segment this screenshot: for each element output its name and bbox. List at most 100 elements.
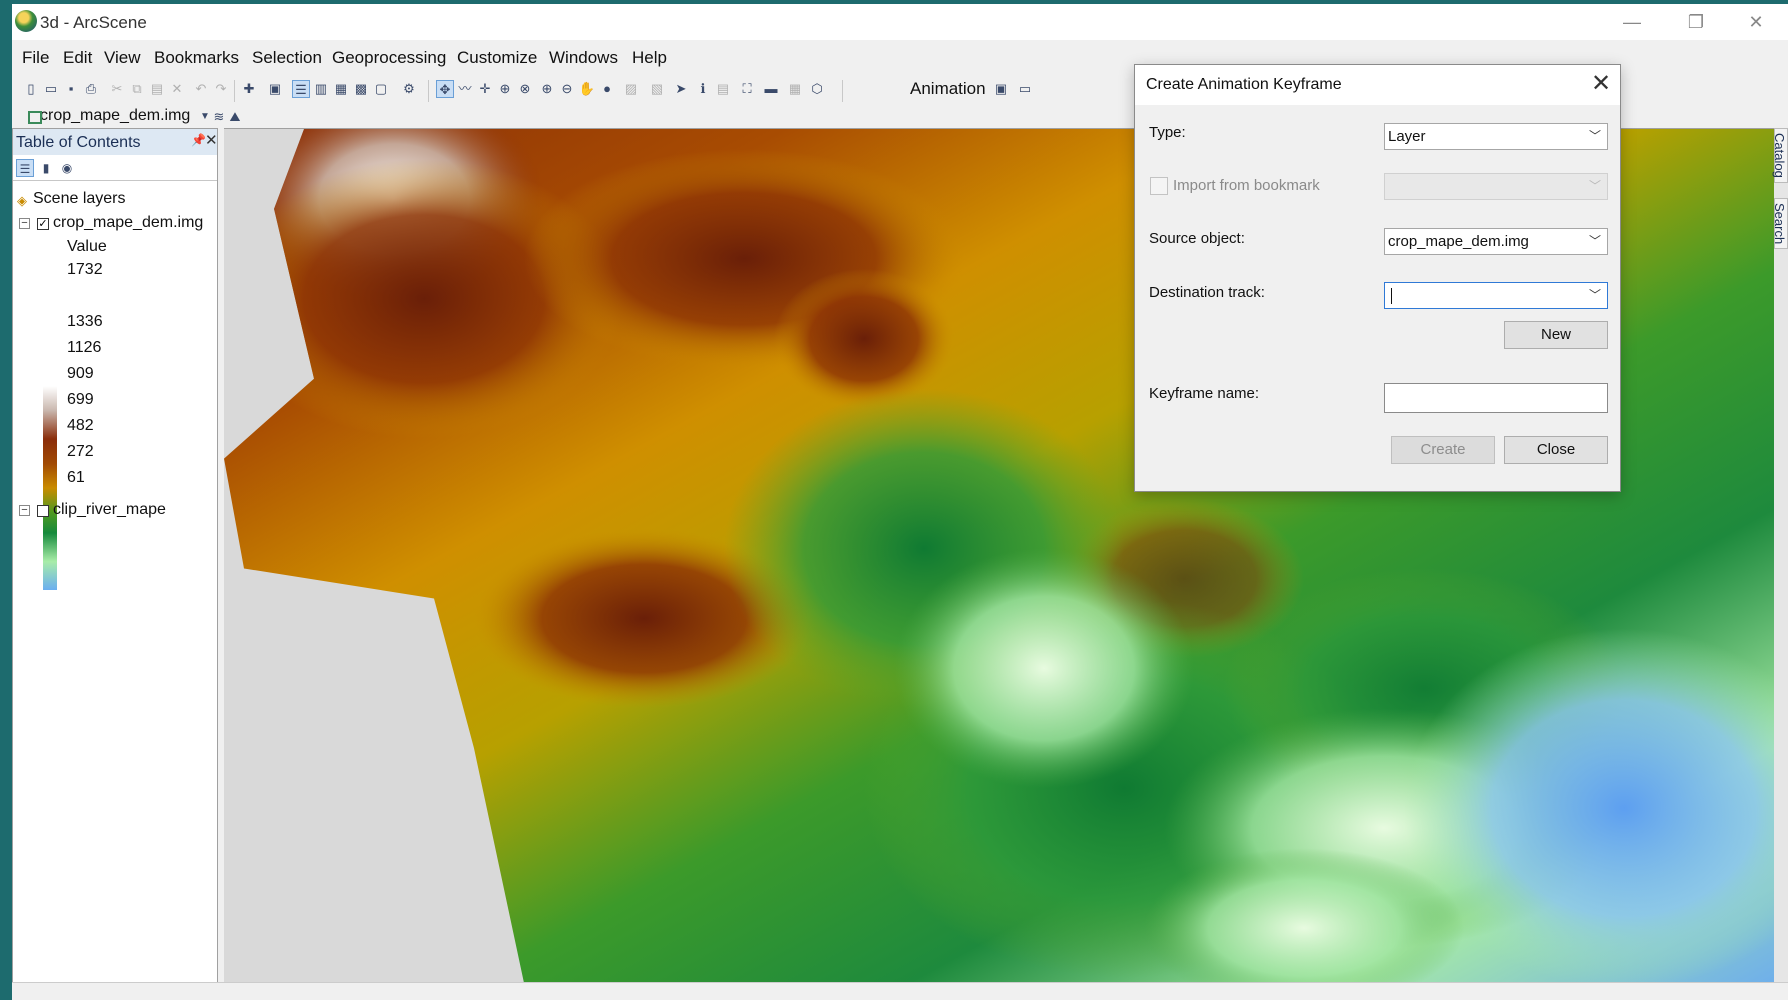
menu-customize[interactable]: Customize [457, 48, 537, 68]
new-document-icon[interactable]: ▯ [22, 80, 40, 98]
layer-visibility-checkbox-dem[interactable]: ✓ [37, 218, 49, 230]
toolbar-separator [428, 80, 429, 102]
find-binoculars-icon[interactable]: ⛶ [738, 80, 756, 98]
restore-button[interactable]: ❐ [1664, 4, 1728, 40]
menu-edit[interactable]: Edit [63, 48, 92, 68]
dialog-close-icon[interactable]: ✕ [1586, 69, 1616, 99]
scene-layers-icon: ◈ [17, 193, 27, 208]
save-icon[interactable]: ▪ [62, 80, 80, 98]
toolbar-separator [234, 80, 235, 102]
delete-icon[interactable]: ✕ [168, 80, 186, 98]
center-target-icon[interactable]: ✛ [476, 80, 494, 98]
source-object-select[interactable]: crop_mape_dem.img ﹀ [1384, 228, 1608, 255]
destination-track-select[interactable]: ﹀ [1384, 282, 1608, 309]
legend-value: 1126 [67, 339, 102, 356]
zoom-out-icon[interactable]: ⊖ [558, 80, 576, 98]
model-builder-icon[interactable]: ⚙ [400, 80, 418, 98]
profile-graph-icon[interactable]: ⛰ [226, 108, 244, 126]
import-bookmark-checkbox[interactable] [1150, 177, 1168, 195]
animation-capture-icon[interactable]: ▣ [992, 80, 1010, 98]
zoom-to-target-icon[interactable]: ⊕ [496, 80, 514, 98]
fly-tool-icon[interactable]: 〰 [456, 80, 474, 98]
navigate-tool-icon[interactable]: ✥ [436, 80, 454, 98]
menu-help[interactable]: Help [632, 48, 667, 68]
undo-icon[interactable]: ↶ [192, 80, 210, 98]
identify-icon[interactable]: ℹ [694, 80, 712, 98]
text-caret [1391, 288, 1392, 304]
auto-hide-pin-icon[interactable]: 📌 [191, 133, 206, 147]
legend-value: 61 [67, 469, 85, 486]
legend-value: 1336 [67, 313, 103, 330]
redo-icon[interactable]: ↷ [212, 80, 230, 98]
print-icon[interactable]: ⎙ [82, 80, 100, 98]
menu-view[interactable]: View [104, 48, 141, 68]
list-by-source-icon[interactable]: ▮ [37, 159, 55, 177]
toc-toolbar: ☰ ▮ ◉ [13, 155, 217, 181]
create-button[interactable]: Create [1391, 436, 1495, 464]
html-popup-icon[interactable]: ▤ [714, 80, 732, 98]
menu-file[interactable]: File [22, 48, 49, 68]
paste-icon[interactable]: ▤ [148, 80, 166, 98]
collapse-layer-toggle[interactable]: − [19, 505, 30, 516]
python-window-icon[interactable]: ▢ [372, 80, 390, 98]
toc-toggle-icon[interactable]: ☰ [292, 80, 310, 98]
zoom-in-icon[interactable]: ⊕ [538, 80, 556, 98]
toc-header: Table of Contents 📌 ✕ [13, 129, 218, 155]
add-data-icon[interactable]: ✚ [240, 80, 258, 98]
search-tab[interactable]: Search [1772, 198, 1788, 250]
title-bar: 3d - ArcScene — ❐ ✕ [12, 4, 1788, 40]
layer-toolbar: crop_mape_dem.img ▼ ≋ ⛰ [12, 104, 242, 128]
bookmark-select[interactable]: ﹀ [1384, 173, 1608, 200]
layer-name-river[interactable]: clip_river_mape [53, 501, 166, 519]
active-layer-combo[interactable]: crop_mape_dem.img [18, 106, 194, 126]
new-track-button[interactable]: New [1504, 321, 1608, 349]
dialog-title-bar: Create Animation Keyframe ✕ [1135, 65, 1620, 105]
list-by-drawing-order-icon[interactable]: ☰ [16, 159, 34, 177]
copy-icon[interactable]: ⧉ [128, 80, 146, 98]
menu-geoprocessing[interactable]: Geoprocessing [332, 48, 446, 68]
collapse-layer-toggle[interactable]: − [19, 218, 30, 229]
menu-selection[interactable]: Selection [252, 48, 322, 68]
select-elements-icon[interactable]: ➤ [672, 80, 690, 98]
close-button[interactable]: Close [1504, 436, 1608, 464]
minimize-button[interactable]: — [1600, 4, 1664, 40]
animation-menu[interactable]: Animation [910, 79, 986, 99]
menu-bookmarks[interactable]: Bookmarks [154, 48, 239, 68]
catalog-window-icon[interactable]: ▥ [312, 80, 330, 98]
elevation-color-ramp [43, 386, 57, 590]
chevron-down-icon: ﹀ [1588, 179, 1601, 193]
clear-selection-icon[interactable]: ▧ [648, 80, 666, 98]
keyframe-name-input[interactable] [1384, 383, 1608, 413]
measure-icon[interactable]: ▬ [762, 80, 780, 98]
legend-value: 699 [67, 391, 94, 408]
arctoolbox-icon[interactable]: ▩ [352, 80, 370, 98]
layer-visibility-checkbox-river[interactable] [37, 505, 49, 517]
arcscene-globe-icon [15, 10, 37, 32]
toc-title: Table of Contents [16, 134, 141, 151]
open-folder-icon[interactable]: ▭ [42, 80, 60, 98]
full-extent-icon[interactable]: ● [598, 80, 616, 98]
search-window-icon[interactable]: ▦ [332, 80, 350, 98]
pan-hand-icon[interactable]: ✋ [578, 80, 596, 98]
catalog-tab[interactable]: Catalog [1772, 128, 1788, 183]
chevron-down-icon: ﹀ [1588, 234, 1601, 248]
window-title: 3d - ArcScene [40, 13, 147, 32]
set-observer-icon[interactable]: ⊗ [516, 80, 534, 98]
window-close-button[interactable]: ✕ [1724, 4, 1788, 40]
legend-value: 272 [67, 443, 94, 460]
type-select[interactable]: Layer ﹀ [1384, 123, 1608, 150]
layer-name-dem[interactable]: crop_mape_dem.img [53, 214, 203, 232]
toc-close-icon[interactable]: ✕ [205, 131, 218, 149]
legend-value: 1732 [67, 261, 103, 278]
right-dock-panel: Catalog Search [1772, 128, 1788, 988]
animation-controls-icon[interactable]: ▭ [1016, 80, 1034, 98]
scene-properties-icon[interactable]: ▣ [266, 80, 284, 98]
menu-windows[interactable]: Windows [549, 48, 618, 68]
select-features-icon[interactable]: ▨ [622, 80, 640, 98]
list-by-visibility-icon[interactable]: ◉ [58, 159, 76, 177]
layer-properties-icon[interactable]: ▦ [786, 80, 804, 98]
cut-icon[interactable]: ✂ [108, 80, 126, 98]
3d-analyst-icon[interactable]: ⬡ [808, 80, 826, 98]
create-animation-keyframe-dialog: Create Animation Keyframe ✕ Type: Layer … [1134, 64, 1621, 492]
destination-track-label: Destination track: [1149, 284, 1265, 301]
